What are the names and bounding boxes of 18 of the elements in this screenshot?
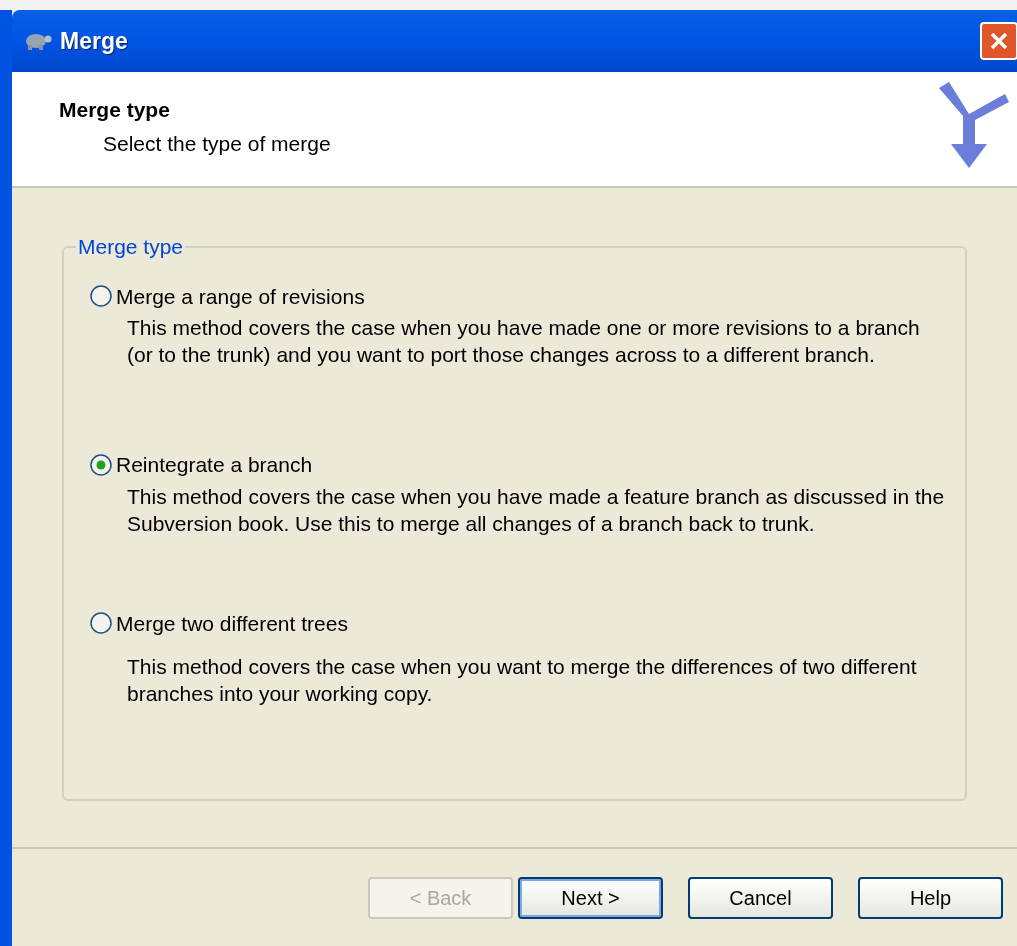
dialog-button[interactable]: Help <box>858 877 1003 919</box>
option-description: This method covers the case when you want to merge the differences of two different branches into your working copy. <box>127 654 918 707</box>
radio-label[interactable]: Merge two different trees <box>116 607 348 639</box>
window-title: Merge <box>60 26 128 56</box>
close-icon <box>989 31 1009 51</box>
radio-button[interactable] <box>90 285 112 308</box>
close-button[interactable] <box>980 22 1017 60</box>
radio-button[interactable] <box>90 453 112 476</box>
option-description: This method covers the case when you have made a feature branch as discussed in the Subversion book. Use this to merge all changes of a branch back to trunk. <box>127 483 946 537</box>
radio-button[interactable] <box>90 612 112 635</box>
dialog-button[interactable]: Next > <box>518 877 663 919</box>
option-description: This method covers the case when you have made one or more revisions to a branch (or to the trunk) and you want to port those changes across to a different branch. <box>127 315 921 368</box>
radio-label[interactable]: Reintegrate a branch <box>116 449 313 481</box>
group-label: Merge type <box>77 234 185 260</box>
radio-label[interactable]: Merge a range of revisions <box>116 280 365 312</box>
dialog-button[interactable]: Cancel <box>688 877 833 919</box>
header-subtitle: Select the type of merge <box>103 130 332 157</box>
header-title: Merge type <box>59 97 171 123</box>
